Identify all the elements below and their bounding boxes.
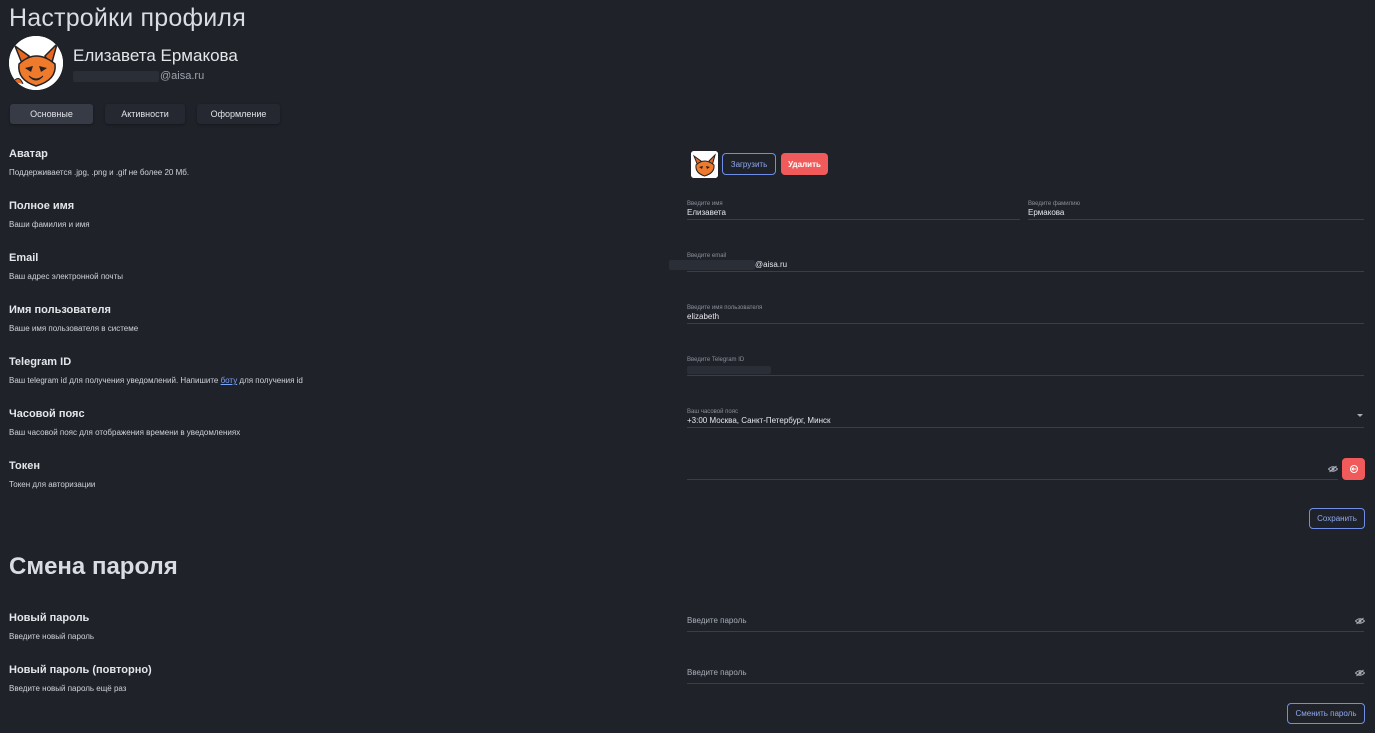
chevron-down-icon[interactable] <box>1357 414 1363 417</box>
fox-avatar-image <box>691 151 718 178</box>
new-password-field[interactable]: Введите пароль <box>687 612 1364 632</box>
row-timezone: Часовой пояс Ваш часовой пояс для отобра… <box>9 408 240 437</box>
field-placeholder: Введите пароль <box>687 616 747 625</box>
row-description: Ваш адрес электронной почты <box>9 272 124 281</box>
row-new-password: Новый пароль Введите новый пароль <box>9 612 94 641</box>
field-label: Введите имя пользователя <box>687 305 763 311</box>
row-username: Имя пользователя Ваше имя пользователя в… <box>9 304 138 333</box>
field-label: Введите имя <box>687 201 723 207</box>
eye-off-icon[interactable] <box>1355 617 1365 625</box>
field-value: @aisa.ru <box>755 260 788 269</box>
field-label: Введите фамилию <box>1028 201 1080 207</box>
delete-avatar-button[interactable]: Удалить <box>781 153 828 175</box>
user-email: @aisa.ru <box>73 69 204 83</box>
redacted-text <box>73 70 159 82</box>
password-section-title: Смена пароля <box>9 553 178 580</box>
row-token: Токен Токен для авторизации <box>9 460 95 489</box>
repeat-password-field[interactable]: Введите пароль <box>687 664 1364 684</box>
username-field[interactable]: Введите имя пользователя elizabeth <box>687 304 1364 324</box>
first-name-field[interactable]: Введите имя Елизавета <box>687 200 1020 220</box>
row-title: Имя пользователя <box>9 304 111 316</box>
row-title: Email <box>9 252 39 264</box>
settings-tabs: Основные Активности Оформление <box>10 104 280 124</box>
field-value: elizabeth <box>687 312 720 321</box>
last-name-field[interactable]: Введите фамилию Ермакова <box>1028 200 1364 220</box>
tab-main[interactable]: Основные <box>10 104 93 124</box>
field-label: Введите Telegram ID <box>687 357 745 363</box>
field-value: Елизавета <box>687 208 726 217</box>
field-placeholder: Введите пароль <box>687 668 747 677</box>
desc-text: Ваш telegram id для получения уведомлени… <box>9 376 221 385</box>
row-title: Новый пароль <box>9 612 90 624</box>
upload-avatar-button[interactable]: Загрузить <box>722 153 776 175</box>
field-label: Ваш часовой пояс <box>687 409 738 415</box>
telegram-id-field[interactable]: Введите Telegram ID <box>687 356 1364 376</box>
row-fullname: Полное имя Ваши фамилия и имя <box>9 200 90 229</box>
row-description: Введите новый пароль <box>9 632 95 641</box>
change-password-button[interactable]: Сменить пароль <box>1287 703 1365 724</box>
page-title: Настройки профиля <box>9 4 246 32</box>
eye-off-icon[interactable] <box>1328 465 1338 473</box>
row-description: Токен для авторизации <box>9 480 96 489</box>
profile-settings-page: Настройки профиля Елизавета Ермакова @ai… <box>0 0 1375 733</box>
row-description: Ваш часовой пояс для отображения времени… <box>9 428 241 437</box>
row-title: Новый пароль (повторно) <box>9 664 152 676</box>
row-telegram: Telegram ID Ваш telegram id для получени… <box>9 356 303 385</box>
row-title: Telegram ID <box>9 356 72 368</box>
row-description: Поддерживается .jpg, .png и .gif не боле… <box>9 168 190 177</box>
row-title: Аватар <box>9 148 48 160</box>
row-title: Токен <box>9 460 41 472</box>
row-title: Часовой пояс <box>9 408 85 420</box>
desc-text: для получения id <box>237 376 303 385</box>
row-description: Введите новый пароль ещё раз <box>9 684 127 693</box>
eye-off-icon[interactable] <box>1355 669 1365 677</box>
redacted-text <box>687 366 771 374</box>
tab-activities[interactable]: Активности <box>105 104 185 124</box>
field-value: Ермакова <box>1028 208 1065 217</box>
timezone-select[interactable]: Ваш часовой пояс +3:00 Москва, Санкт-Пет… <box>687 408 1364 428</box>
email-field[interactable]: Введите email @aisa.ru <box>669 252 1364 272</box>
logout-icon <box>1349 465 1358 473</box>
profile-avatar <box>9 36 63 90</box>
avatar-preview <box>691 151 718 178</box>
user-full-name: Елизавета Ермакова <box>73 46 238 65</box>
field-label: Введите email <box>687 253 727 259</box>
tab-appearance[interactable]: Оформление <box>197 104 280 124</box>
row-email: Email Ваш адрес электронной почты <box>9 252 123 281</box>
bot-link[interactable]: боту <box>221 376 238 385</box>
token-field[interactable] <box>687 460 1338 480</box>
redacted-text <box>669 260 755 270</box>
row-description: Ваше имя пользователя в системе <box>9 324 139 333</box>
row-avatar: Аватар Поддерживается .jpg, .png и .gif … <box>9 148 189 177</box>
row-new-password-repeat: Новый пароль (повторно) Введите новый па… <box>9 664 152 693</box>
user-email-domain: @aisa.ru <box>160 70 205 82</box>
field-value: +3:00 Москва, Санкт-Петербург, Минск <box>687 416 831 425</box>
fox-avatar-image <box>9 36 63 90</box>
regenerate-token-button[interactable] <box>1342 458 1365 480</box>
row-description: Ваши фамилия и имя <box>9 220 90 229</box>
save-button[interactable]: Сохранить <box>1309 508 1365 529</box>
row-description: Ваш telegram id для получения уведомлени… <box>9 376 303 385</box>
row-title: Полное имя <box>9 200 75 212</box>
